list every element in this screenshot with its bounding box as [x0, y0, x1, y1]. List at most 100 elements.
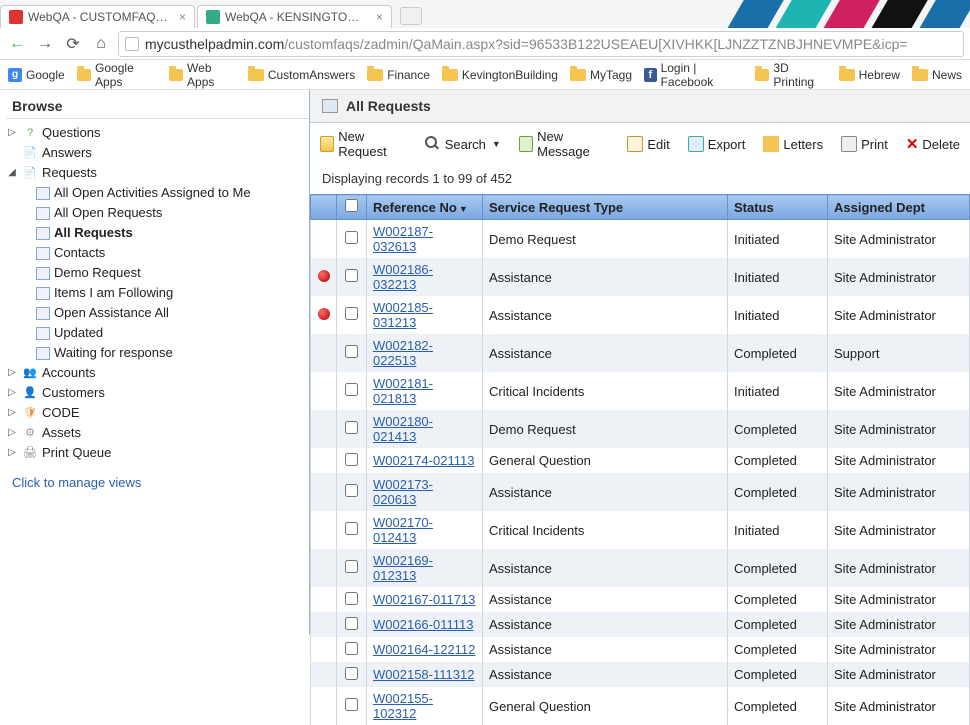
row-checkbox[interactable]: [345, 592, 358, 605]
url-bar[interactable]: mycusthelpadmin.com/customfaqs/zadmin/Qa…: [118, 31, 964, 57]
table-row[interactable]: W002180-021413Demo RequestCompletedSite …: [311, 410, 970, 448]
tree-node[interactable]: 📄Answers: [6, 143, 309, 163]
close-icon[interactable]: ×: [376, 10, 383, 24]
table-row[interactable]: W002155-102312General QuestionCompletedS…: [311, 687, 970, 725]
tree-node[interactable]: ▷🛡CODE: [6, 403, 309, 423]
bookmark-item[interactable]: MyTagg: [570, 68, 632, 82]
search-button[interactable]: Search▼: [425, 136, 501, 152]
bookmark-item[interactable]: Web Apps: [169, 61, 236, 89]
new-request-button[interactable]: New Request: [320, 129, 407, 159]
reference-link[interactable]: W002180-021413: [373, 414, 433, 444]
expander-icon[interactable]: ▷: [6, 363, 18, 383]
row-checkbox[interactable]: [345, 307, 358, 320]
row-checkbox[interactable]: [345, 453, 358, 466]
new-message-button[interactable]: New Message: [519, 129, 610, 159]
table-row[interactable]: W002173-020613AssistanceCompletedSite Ad…: [311, 473, 970, 511]
bookmark-item[interactable]: Finance: [367, 68, 430, 82]
reference-link[interactable]: W002186-032213: [373, 262, 433, 292]
tree-subnode[interactable]: All Open Activities Assigned to Me: [36, 183, 309, 203]
bookmark-item[interactable]: fLogin | Facebook: [644, 61, 743, 89]
expander-icon[interactable]: ▷: [6, 443, 18, 463]
table-row[interactable]: W002164-122112AssistanceCompletedSite Ad…: [311, 637, 970, 662]
row-checkbox[interactable]: [345, 642, 358, 655]
table-row[interactable]: W002169-012313AssistanceCompletedSite Ad…: [311, 549, 970, 587]
reference-link[interactable]: W002167-011713: [373, 592, 475, 607]
bookmark-item[interactable]: CustomAnswers: [248, 68, 355, 82]
table-row[interactable]: W002170-012413Critical IncidentsInitiate…: [311, 511, 970, 549]
reference-link[interactable]: W002164-122112: [373, 642, 475, 657]
edit-button[interactable]: Edit: [627, 136, 669, 152]
reference-link[interactable]: W002181-021813: [373, 376, 433, 406]
back-button[interactable]: ←: [6, 33, 28, 55]
col-type[interactable]: Service Request Type: [483, 195, 728, 220]
table-row[interactable]: W002167-011713AssistanceCompletedSite Ad…: [311, 587, 970, 612]
tree-node[interactable]: ▷👤Customers: [6, 383, 309, 403]
browser-tab-1[interactable]: WebQA - CUSTOMFAQS - JF ×: [0, 5, 195, 28]
row-checkbox[interactable]: [345, 383, 358, 396]
tree-subnode[interactable]: All Open Requests: [36, 203, 309, 223]
manage-views-link[interactable]: Click to manage views: [6, 463, 309, 502]
home-button[interactable]: ⌂: [90, 33, 112, 55]
table-row[interactable]: W002174-021113General QuestionCompletedS…: [311, 448, 970, 473]
tree-subnode[interactable]: Contacts: [36, 243, 309, 263]
tree-node[interactable]: ▷⚙Assets: [6, 423, 309, 443]
row-checkbox[interactable]: [345, 617, 358, 630]
col-status[interactable]: Status: [728, 195, 828, 220]
reference-link[interactable]: W002158-111312: [373, 667, 474, 682]
table-row[interactable]: W002182-022513AssistanceCompletedSupport: [311, 334, 970, 372]
bookmark-item[interactable]: KevingtonBuilding: [442, 68, 558, 82]
bookmark-item[interactable]: Google Apps: [77, 61, 157, 89]
expander-icon[interactable]: ▷: [6, 403, 18, 423]
table-row[interactable]: W002181-021813Critical IncidentsInitiate…: [311, 372, 970, 410]
close-icon[interactable]: ×: [179, 10, 186, 24]
reference-link[interactable]: W002166-011113: [373, 617, 473, 632]
bookmark-item[interactable]: gGoogle: [8, 68, 65, 82]
reload-button[interactable]: ⟳: [62, 33, 84, 55]
row-checkbox[interactable]: [345, 269, 358, 282]
print-button[interactable]: Print: [841, 136, 888, 152]
row-checkbox[interactable]: [345, 522, 358, 535]
tree-node[interactable]: ▷?Questions: [6, 123, 309, 143]
row-checkbox[interactable]: [345, 345, 358, 358]
expander-icon[interactable]: ▷: [6, 123, 18, 143]
bookmark-item[interactable]: Hebrew: [839, 68, 900, 82]
browser-tab-2[interactable]: WebQA - KENSINGTONTESTI ×: [197, 5, 392, 28]
table-row[interactable]: W002186-032213AssistanceInitiatedSite Ad…: [311, 258, 970, 296]
tree-subnode[interactable]: All Requests: [36, 223, 309, 243]
reference-link[interactable]: W002173-020613: [373, 477, 433, 507]
tree-subnode[interactable]: Items I am Following: [36, 283, 309, 303]
table-row[interactable]: W002166-011113AssistanceCompletedSite Ad…: [311, 612, 970, 637]
reference-link[interactable]: W002182-022513: [373, 338, 433, 368]
table-row[interactable]: W002158-111312AssistanceCompletedSite Ad…: [311, 662, 970, 687]
reference-link[interactable]: W002187-032613: [373, 224, 433, 254]
forward-button[interactable]: →: [34, 33, 56, 55]
row-checkbox[interactable]: [345, 560, 358, 573]
row-checkbox[interactable]: [345, 421, 358, 434]
tree-subnode[interactable]: Demo Request: [36, 263, 309, 283]
new-tab-button[interactable]: [400, 7, 422, 25]
tree-node[interactable]: ▷🖨Print Queue: [6, 443, 309, 463]
table-row[interactable]: W002187-032613Demo RequestInitiatedSite …: [311, 220, 970, 259]
select-all-checkbox[interactable]: [345, 199, 358, 212]
letters-button[interactable]: Letters: [763, 136, 823, 152]
row-checkbox[interactable]: [345, 231, 358, 244]
bookmark-item[interactable]: News: [912, 68, 962, 82]
tree-node[interactable]: ▷👥Accounts: [6, 363, 309, 383]
reference-link[interactable]: W002155-102312: [373, 691, 433, 721]
col-dept[interactable]: Assigned Dept: [828, 195, 970, 220]
row-checkbox[interactable]: [345, 698, 358, 711]
expander-icon[interactable]: ▷: [6, 423, 18, 443]
bookmark-item[interactable]: 3D Printing: [755, 61, 827, 89]
reference-link[interactable]: W002174-021113: [373, 453, 474, 468]
tree-subnode[interactable]: Waiting for response: [36, 343, 309, 363]
export-button[interactable]: Export: [688, 136, 746, 152]
col-flag[interactable]: [311, 195, 337, 220]
tree-node[interactable]: ◢📄Requests: [6, 163, 309, 183]
reference-link[interactable]: W002170-012413: [373, 515, 433, 545]
col-checkbox[interactable]: [337, 195, 367, 220]
col-reference[interactable]: Reference No▼: [367, 195, 483, 220]
delete-button[interactable]: ✕Delete: [906, 135, 960, 153]
reference-link[interactable]: W002185-031213: [373, 300, 433, 330]
reference-link[interactable]: W002169-012313: [373, 553, 433, 583]
expander-icon[interactable]: ◢: [6, 163, 18, 183]
